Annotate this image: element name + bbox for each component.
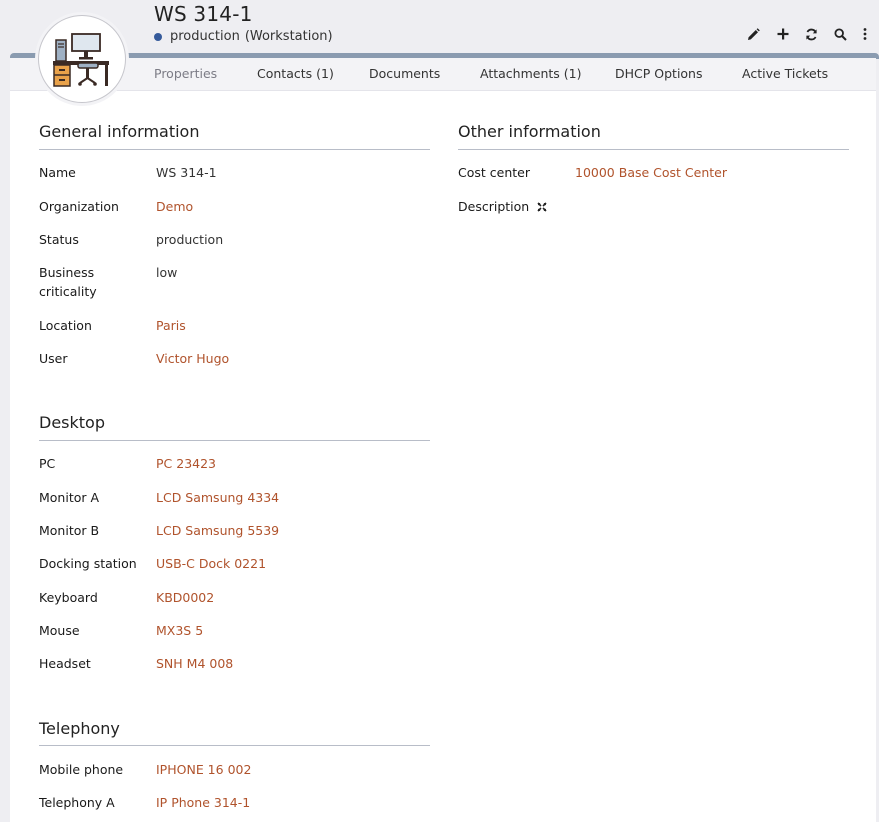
add-button[interactable] [768, 24, 797, 44]
field-label-description: Description [458, 199, 530, 214]
field-value-business-criticality: low [156, 265, 178, 280]
field-label-cost-center: Cost center [458, 165, 530, 180]
object-header: WS 314-1 production (Workstation) [0, 0, 879, 54]
more-vertical-icon [863, 28, 867, 40]
tab-active-tickets[interactable]: Active Tickets [742, 66, 828, 81]
section-divider [39, 745, 430, 746]
tab-bar: Properties Contacts (1) Documents Attach… [10, 58, 876, 91]
refresh-button[interactable] [797, 24, 826, 44]
field-label-business-criticality-line1: Business [39, 265, 95, 280]
field-label-keyboard: Keyboard [39, 590, 98, 605]
field-label-status: Status [39, 232, 79, 247]
class-text: (Workstation) [244, 29, 333, 44]
plus-icon [777, 28, 788, 40]
tab-attachments[interactable]: Attachments (1) [480, 66, 581, 81]
status-text: production [170, 29, 240, 44]
monitor-a-link[interactable]: LCD Samsung 4334 [156, 488, 279, 507]
status-dot-icon [154, 32, 162, 41]
section-divider [458, 149, 849, 150]
field-label-pc: PC [39, 456, 56, 471]
field-label-business-criticality-line2: criticality [39, 284, 97, 299]
tab-dhcp-options[interactable]: DHCP Options [615, 66, 703, 81]
section-title-other: Other information [458, 122, 601, 141]
expand-icon[interactable] [537, 198, 547, 217]
field-label-telephony-a: Telephony A [39, 795, 115, 810]
toolbar [739, 24, 875, 44]
section-divider [39, 149, 430, 150]
monitor-b-link[interactable]: LCD Samsung 5539 [156, 521, 279, 540]
section-divider [39, 440, 430, 441]
mobile-phone-link[interactable]: IPHONE 16 002 [156, 760, 251, 779]
search-icon [834, 27, 847, 41]
page-title: WS 314-1 [154, 2, 253, 26]
field-label-name: Name [39, 165, 76, 180]
headset-link[interactable]: SNH M4 008 [156, 654, 233, 673]
field-label-monitor-b: Monitor B [39, 523, 100, 538]
more-button[interactable] [855, 24, 875, 44]
refresh-icon [806, 28, 817, 40]
field-label-headset: Headset [39, 656, 91, 671]
object-subtitle: production (Workstation) [154, 29, 333, 44]
workstation-avatar [38, 15, 126, 103]
tab-contacts[interactable]: Contacts (1) [257, 66, 334, 81]
organization-link[interactable]: Demo [156, 197, 193, 216]
docking-station-link[interactable]: USB-C Dock 0221 [156, 554, 266, 573]
user-link[interactable]: Victor Hugo [156, 349, 229, 368]
cost-center-link[interactable]: 10000 Base Cost Center [575, 163, 727, 182]
field-label-location: Location [39, 318, 92, 333]
pencil-icon [748, 27, 760, 40]
field-label-docking-station: Docking station [39, 556, 137, 571]
pc-link[interactable]: PC 23423 [156, 454, 216, 473]
field-label-mobile-phone: Mobile phone [39, 762, 124, 777]
field-label-organization: Organization [39, 199, 119, 214]
location-link[interactable]: Paris [156, 316, 186, 335]
mouse-link[interactable]: MX3S 5 [156, 621, 203, 640]
field-label-mouse: Mouse [39, 623, 80, 638]
edit-button[interactable] [739, 24, 768, 44]
field-label-user: User [39, 351, 68, 366]
tab-documents[interactable]: Documents [369, 66, 440, 81]
section-title-general: General information [39, 122, 200, 141]
field-value-name: WS 314-1 [156, 165, 217, 180]
field-label-monitor-a: Monitor A [39, 490, 100, 505]
keyboard-link[interactable]: KBD0002 [156, 588, 214, 607]
workstation-icon [53, 33, 109, 87]
field-value-status: production [156, 232, 224, 247]
section-title-desktop: Desktop [39, 413, 105, 432]
section-title-telephony: Telephony [39, 719, 120, 738]
details-panel: Properties Contacts (1) Documents Attach… [10, 58, 876, 822]
search-button[interactable] [826, 24, 855, 44]
field-description: Description [458, 197, 547, 217]
tab-properties[interactable]: Properties [154, 66, 217, 81]
telephony-a-link[interactable]: IP Phone 314-1 [156, 793, 250, 812]
